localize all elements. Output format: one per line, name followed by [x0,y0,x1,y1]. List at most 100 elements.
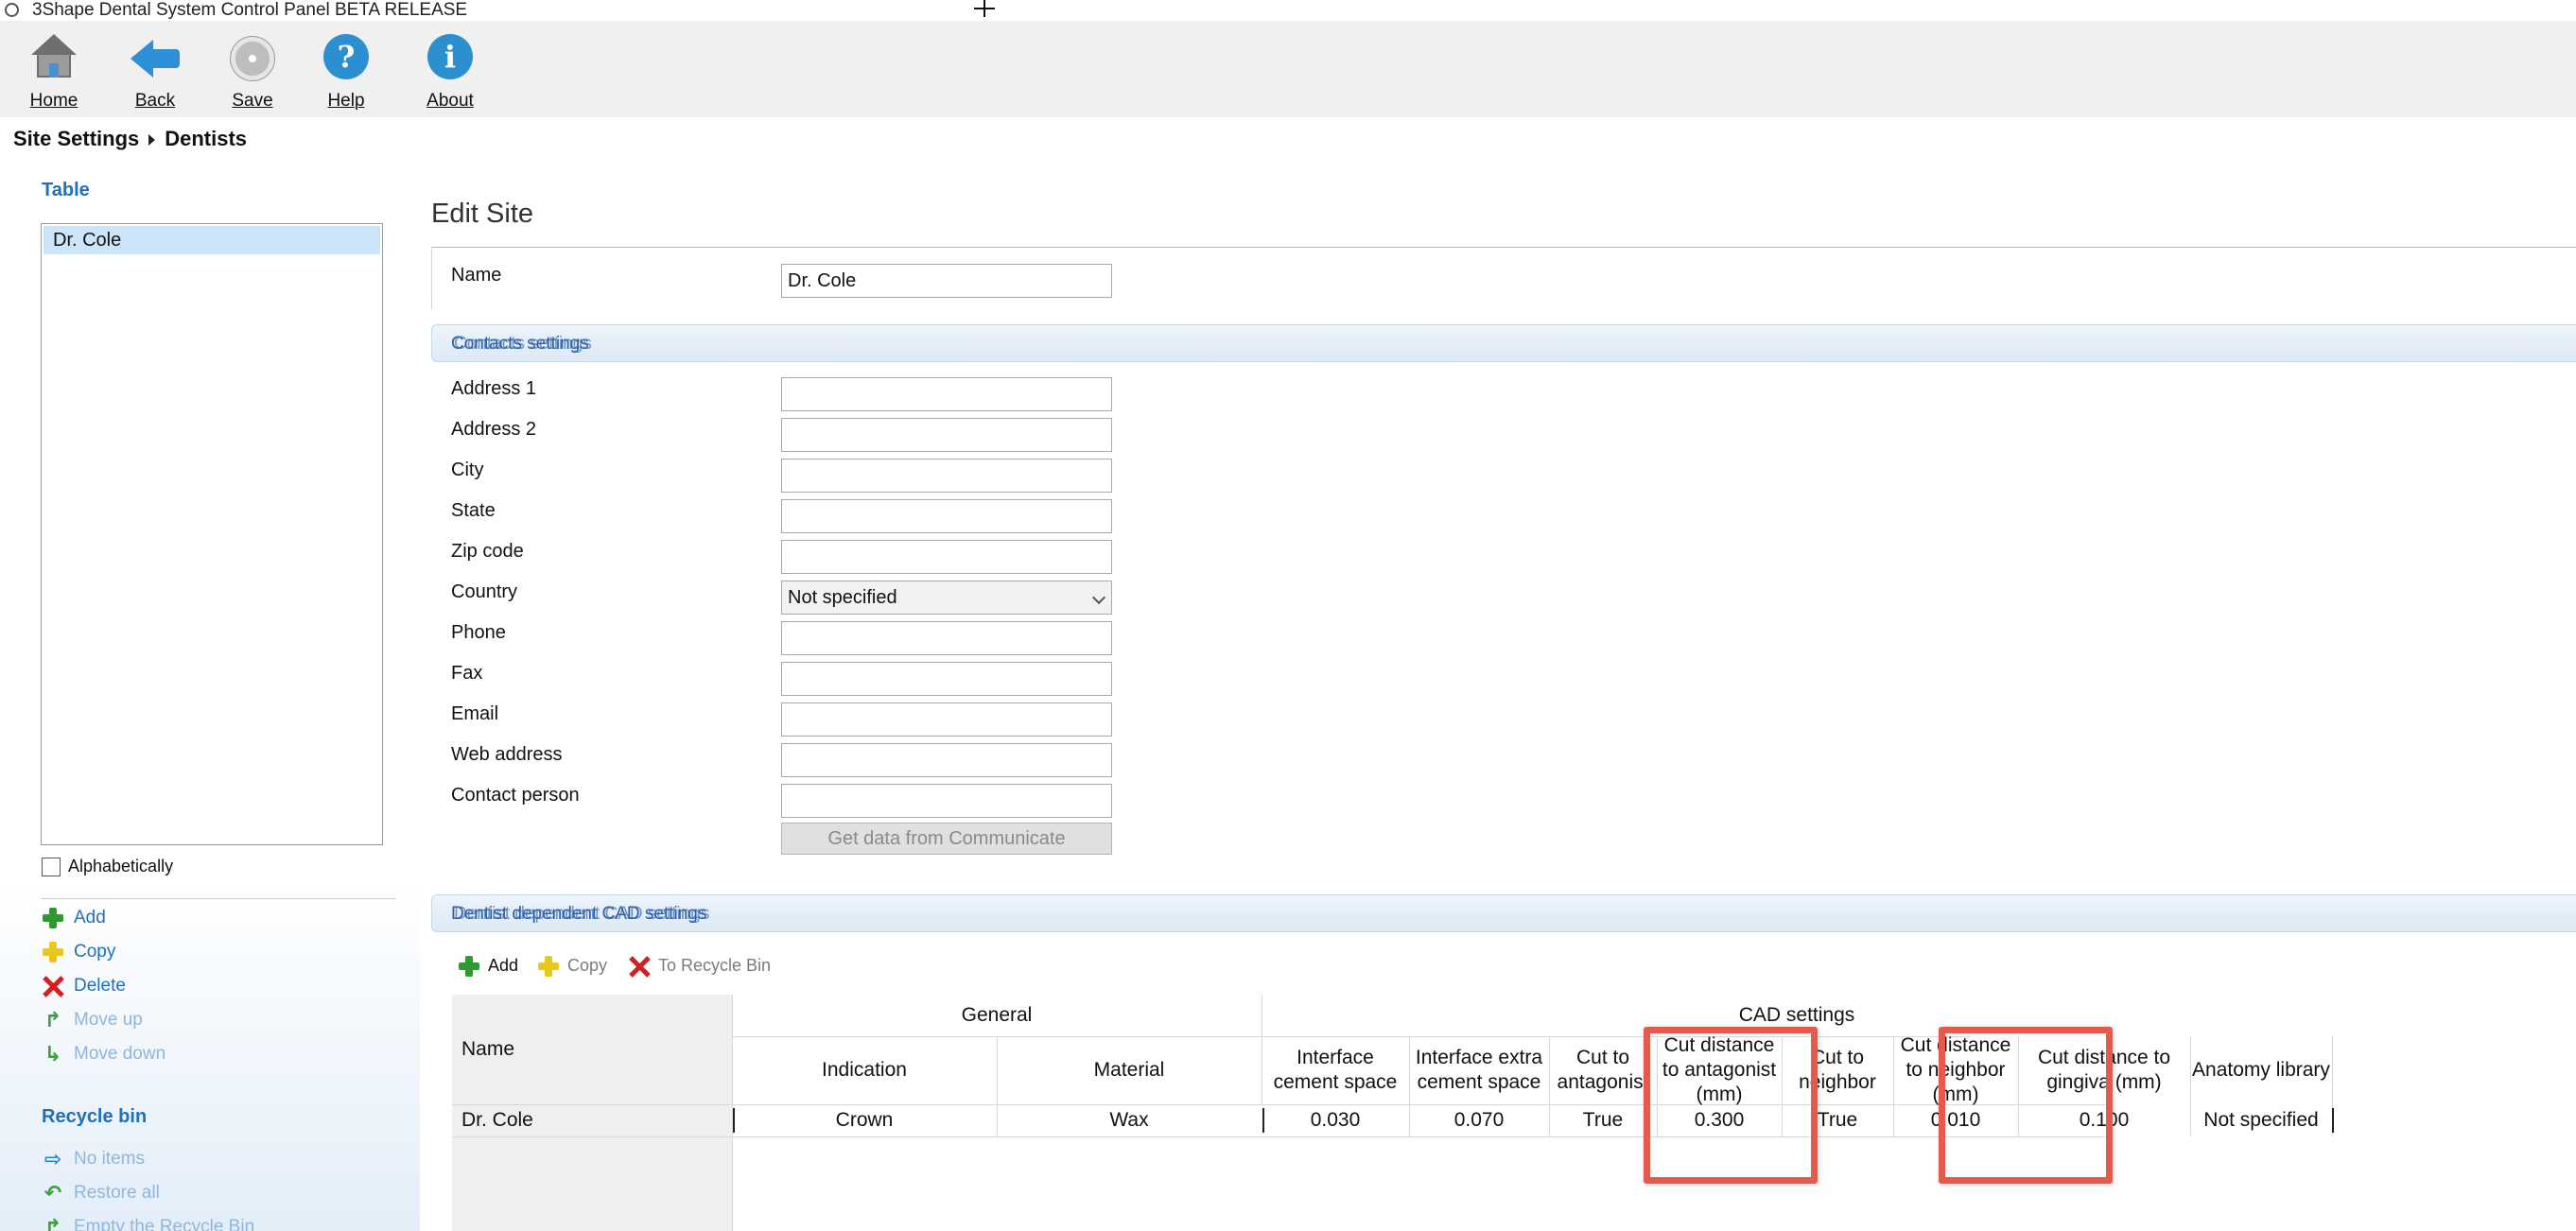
zip-field[interactable] [781,540,1112,574]
state-label: State [451,500,496,521]
alphabetically-checkbox[interactable] [42,858,61,877]
save-disc-icon [226,32,279,85]
about-button[interactable]: i About [412,32,488,112]
cad-copy-button[interactable]: Copy [537,949,607,981]
info-icon: i [424,32,477,85]
add-plus-icon [42,907,64,929]
empty-recycle-bin-button[interactable]: ↱ Empty the Recycle Bin [42,1214,254,1231]
address1-field[interactable] [781,377,1112,411]
move-down-label: Move down [74,1044,166,1064]
to-recycle-bin-button[interactable]: To Recycle Bin [628,949,771,981]
to-recycle-bin-label: To Recycle Bin [658,956,772,975]
add-label: Add [74,908,106,928]
home-icon [27,32,80,85]
country-label: Country [451,581,518,602]
sidebar: Table Dr. Cole Alphabetically Add Copy D… [0,161,420,1231]
table-row-name[interactable]: Dr. Cole [452,1104,732,1136]
delete-button[interactable]: Delete [42,973,126,999]
web-address-field[interactable] [781,743,1112,777]
fax-field[interactable] [781,662,1112,696]
address2-field[interactable] [781,418,1112,452]
zip-label: Zip code [451,541,524,562]
no-items-link: ⇨ No items [42,1146,145,1172]
move-up-arrow-icon: ↱ [44,1007,62,1032]
cad-add-plus-icon [458,955,480,978]
delete-x-icon [42,975,64,997]
breadcrumb-separator-icon [148,134,156,147]
row-divider-end [2332,1108,2334,1133]
breadcrumb-current: Dentists [165,127,248,150]
contact-person-field[interactable] [781,784,1112,818]
back-button[interactable]: Back [117,32,193,112]
cad-add-button[interactable]: Add [458,949,518,981]
window-title: 3Shape Dental System Control Panel BETA … [32,0,468,20]
sidebar-table-title: Table [42,180,90,200]
cad-add-label: Add [488,956,519,975]
header-group-general: General [961,1004,1033,1026]
home-button-label: Home [29,91,78,111]
page-title: Edit Site [431,199,533,229]
country-select[interactable]: Not specified [781,581,1112,615]
header-anatomy-library[interactable]: Anatomy library [2190,1036,2332,1104]
alphabetically-label: Alphabetically [68,857,174,876]
recycle-arrow-icon: ⇨ [44,1146,62,1170]
breadcrumb-parent[interactable]: Site Settings [13,127,139,150]
country-selected-value: Not specified [788,587,897,608]
help-button[interactable]: ? Help [308,32,384,112]
alphabetically-toggle[interactable]: Alphabetically [42,857,174,877]
table-row-interface-cement[interactable]: 0.030 [1262,1104,1409,1136]
dentist-list[interactable]: Dr. Cole [41,223,383,845]
add-button[interactable]: Add [42,905,106,931]
main-toolbar: Home Back Save ? Help i About [0,21,2576,117]
header-interface-extra-cement-space[interactable]: Interface extra cement space [1409,1036,1549,1104]
move-up-button[interactable]: ↱ Move up [42,1007,143,1033]
chevron-down-icon [1091,590,1106,605]
get-data-from-communicate-button[interactable]: Get data from Communicate [781,823,1112,855]
header-indication[interactable]: Indication [732,1036,997,1104]
name-field[interactable]: Dr. Cole [781,264,1112,298]
header-interface-cement-space[interactable]: Interface cement space [1262,1036,1409,1104]
breadcrumb: Site Settings Dentists [13,127,247,151]
city-field[interactable] [781,459,1112,493]
copy-button[interactable]: Copy [42,939,115,965]
crosshair-cursor-icon [974,0,995,17]
header-cut-to-antagonist[interactable]: Cut to antagonist [1549,1036,1657,1104]
copy-label: Copy [74,942,116,962]
edit-site-panel: Edit Site Name Dr. Cole Contacts setting… [420,161,2576,1231]
fax-label: Fax [451,663,483,684]
address1-label: Address 1 [451,378,537,399]
cad-settings-grid: General CAD settings Name Indication Mat… [452,995,2576,1231]
phone-field[interactable] [781,621,1112,655]
recycle-bin-title: Recycle bin [42,1106,148,1127]
copy-plus-icon [42,941,64,963]
highlight-cut-distance-antagonist [1644,1027,1818,1184]
table-row-anatomy-library[interactable]: Not specified [2190,1104,2332,1136]
table-row-indication[interactable]: Crown [732,1104,997,1136]
city-label: City [451,459,484,480]
phone-label: Phone [451,622,506,643]
save-button[interactable]: Save [215,32,290,112]
cad-copy-label: Copy [567,956,608,975]
header-material[interactable]: Material [997,1036,1262,1104]
window-title-bar: 3Shape Dental System Control Panel BETA … [0,0,2576,21]
table-row-cut-antagonist[interactable]: True [1549,1104,1657,1136]
home-button[interactable]: Home [16,32,92,112]
delete-label: Delete [74,976,126,996]
header-name[interactable]: Name [452,995,732,1104]
sidebar-divider [42,898,395,899]
move-up-label: Move up [74,1010,143,1030]
empty-bin-icon: ↱ [44,1214,62,1231]
web-address-label: Web address [451,744,563,765]
restore-all-button[interactable]: ↶ Restore all [42,1180,160,1206]
table-row-interface-extra[interactable]: 0.070 [1409,1104,1549,1136]
table-row-material[interactable]: Wax [997,1104,1262,1136]
cad-copy-plus-icon [537,955,560,978]
contacts-settings-header[interactable]: Contacts settings Contacts settings [431,324,2576,362]
cad-settings-header[interactable]: Dentist dependent CAD settings Dentist d… [431,894,2576,932]
list-item[interactable]: Dr. Cole [44,226,380,254]
name-block [431,249,2576,309]
email-field[interactable] [781,702,1112,737]
help-button-label: Help [327,91,365,111]
state-field[interactable] [781,499,1112,533]
move-down-button[interactable]: ↳ Move down [42,1041,165,1067]
